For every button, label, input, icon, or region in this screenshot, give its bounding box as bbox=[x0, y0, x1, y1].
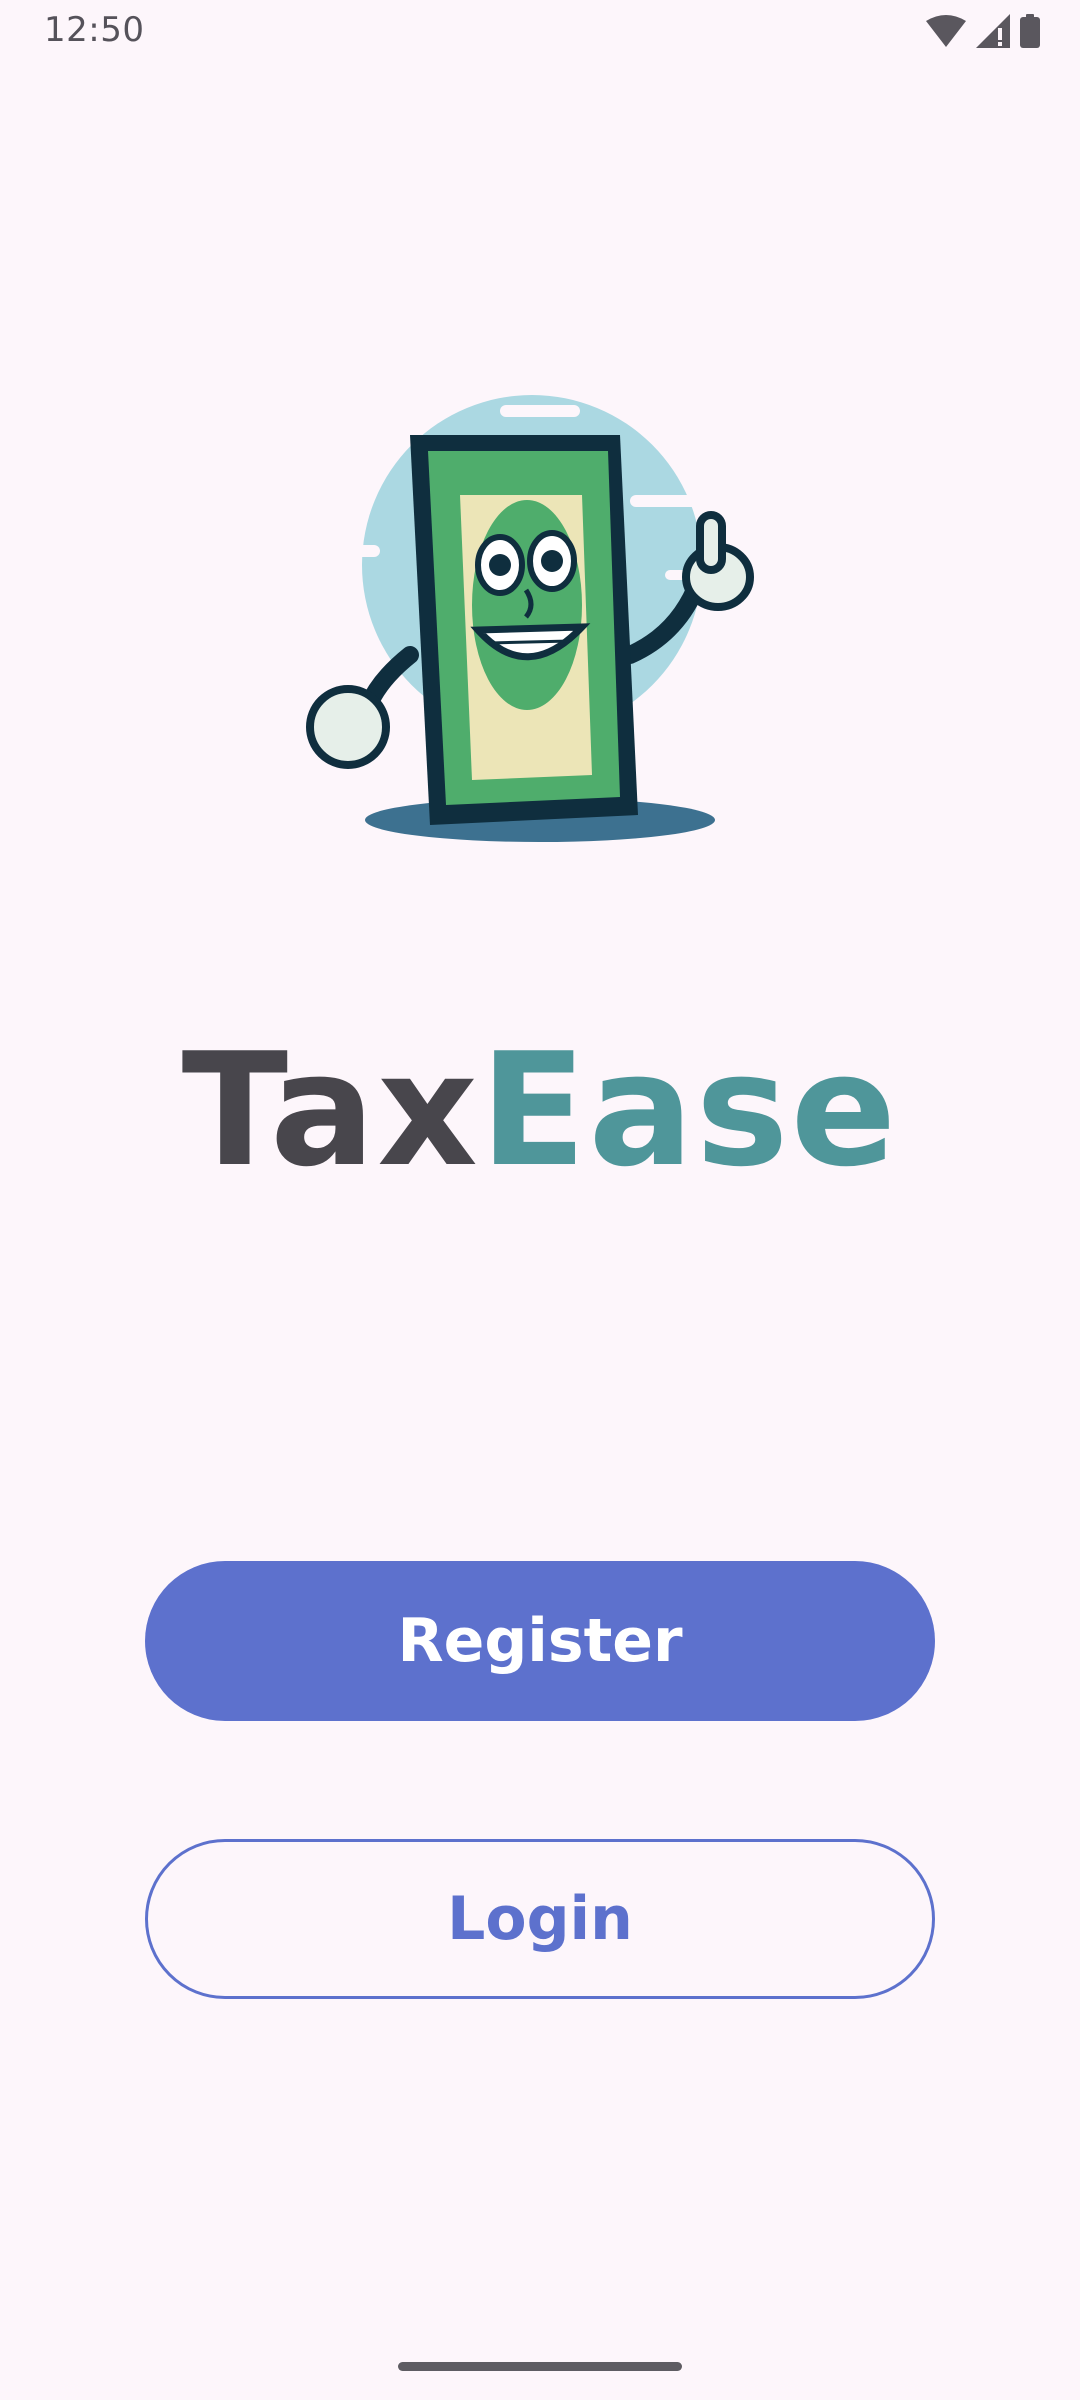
home-gesture-bar[interactable] bbox=[398, 2362, 682, 2371]
status-bar: 12:50 bbox=[0, 0, 1080, 62]
cellular-signal-icon bbox=[976, 14, 1010, 48]
app-title: TaxEase bbox=[0, 1020, 1080, 1200]
money-mascot-icon bbox=[300, 393, 754, 842]
app-title-ease: Ease bbox=[479, 1019, 899, 1201]
battery-icon bbox=[1020, 14, 1040, 48]
register-button[interactable]: Register bbox=[145, 1561, 935, 1721]
app-title-tax: Tax bbox=[181, 1019, 480, 1201]
status-icons bbox=[926, 12, 1040, 50]
status-time: 12:50 bbox=[44, 10, 145, 50]
login-button[interactable]: Login bbox=[145, 1839, 935, 1999]
wifi-icon bbox=[926, 15, 966, 47]
